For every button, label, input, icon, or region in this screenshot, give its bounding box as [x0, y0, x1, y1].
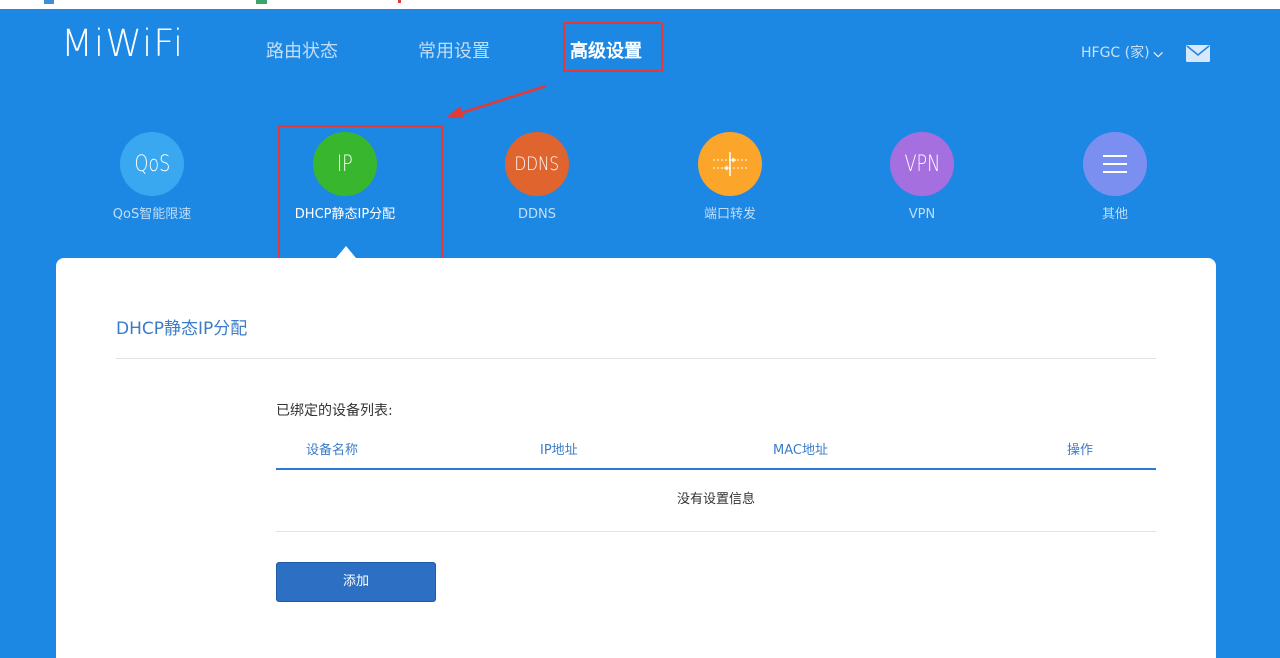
- table-header: 设备名称 IP地址 MAC地址 操作: [276, 440, 1156, 470]
- column-mac-address: MAC地址: [773, 443, 828, 458]
- logo: MiWiFi: [61, 22, 185, 65]
- qos-icon: QoS: [120, 132, 184, 196]
- empty-state: 没有设置信息: [676, 492, 755, 507]
- ddns-icon: DDNS: [505, 132, 569, 196]
- tool-vpn[interactable]: VPN VPN: [852, 132, 992, 224]
- tool-qos[interactable]: QoS QoS智能限速: [82, 132, 222, 224]
- user-name: HFGC (家): [1081, 45, 1150, 61]
- tool-ddns[interactable]: DDNS DDNS: [467, 132, 607, 224]
- tool-label: DDNS: [518, 207, 556, 222]
- vpn-icon: VPN: [890, 132, 954, 196]
- user-menu[interactable]: HFGC (家) ⌵: [1081, 43, 1163, 63]
- menu-icon: [1083, 132, 1147, 196]
- nav-common-settings[interactable]: 常用设置: [418, 40, 490, 64]
- column-actions: 操作: [1067, 443, 1094, 458]
- chevron-down-icon: ⌵: [1153, 46, 1163, 60]
- tool-label: 端口转发: [703, 207, 756, 222]
- tool-label: VPN: [908, 207, 936, 222]
- annotation-box-advanced: [563, 22, 663, 72]
- annotation-box-dhcp: [278, 125, 443, 270]
- bookmark-icon: [398, 0, 401, 3]
- bookmark-icon: [256, 0, 267, 4]
- nav-router-status[interactable]: 路由状态: [266, 40, 338, 64]
- mail-icon[interactable]: [1186, 45, 1210, 62]
- port-forward-icon: [698, 132, 762, 196]
- tool-label: 其他: [1101, 207, 1128, 222]
- column-device-name: 设备名称: [306, 443, 359, 458]
- list-caption: 已绑定的设备列表:: [276, 403, 393, 419]
- divider: [276, 531, 1156, 532]
- column-ip-address: IP地址: [540, 443, 578, 458]
- page-title: DHCP静态IP分配: [116, 319, 248, 339]
- bookmark-icon: [44, 0, 54, 4]
- content-panel: DHCP静态IP分配 已绑定的设备列表: 设备名称 IP地址 MAC地址 操作 …: [56, 258, 1216, 658]
- tool-port-forwarding[interactable]: 端口转发: [660, 132, 800, 224]
- browser-bookmark-strip: [0, 0, 1280, 9]
- divider: [116, 358, 1156, 359]
- tool-other[interactable]: 其他: [1045, 132, 1185, 224]
- tool-label: QoS智能限速: [112, 207, 192, 222]
- add-button[interactable]: 添加: [276, 562, 436, 602]
